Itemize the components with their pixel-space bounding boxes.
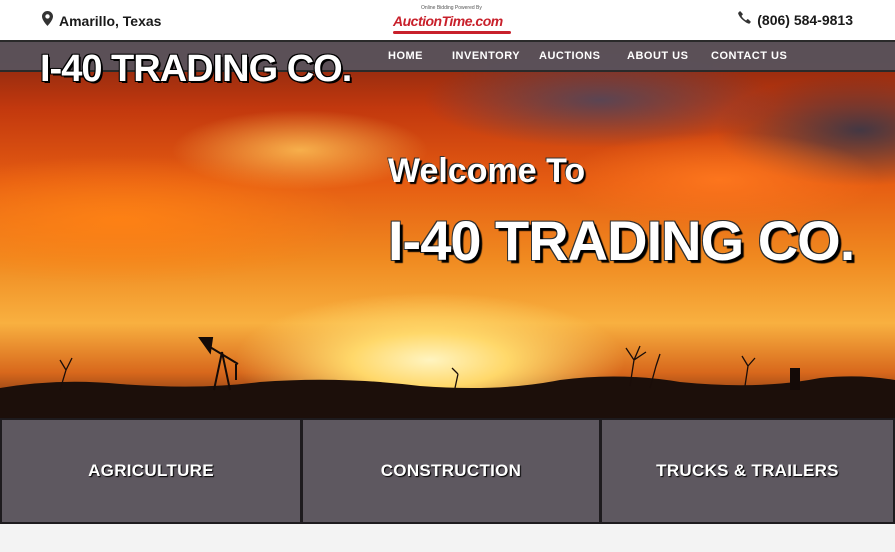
welcome-heading: Welcome To <box>388 152 586 190</box>
oil-field-silhouette <box>0 337 895 418</box>
phone-contact[interactable]: (806) 584-9813 <box>738 11 853 29</box>
hero-banner: HOME INVENTORY AUCTIONS ABOUT US CONTACT… <box>0 40 895 418</box>
category-label: TRUCKS & TRAILERS <box>656 461 839 480</box>
category-tiles: AGRICULTURE CONSTRUCTION TRUCKS & TRAILE… <box>0 418 895 524</box>
nav-auctions[interactable]: AUCTIONS <box>539 50 600 62</box>
location: Amarillo, Texas <box>42 11 161 31</box>
nav-home[interactable]: HOME <box>388 50 423 62</box>
nav-contact-us[interactable]: CONTACT US <box>711 50 787 62</box>
phone-icon <box>738 11 751 29</box>
site-logo[interactable]: I-40 TRADING CO. <box>40 48 352 91</box>
partner-name: AuctionTime.com <box>393 13 503 29</box>
partner-tagline: Online Bidding Powered By <box>421 5 482 11</box>
hero-title: I-40 TRADING CO. <box>388 209 855 272</box>
footer-strip <box>0 524 895 552</box>
category-agriculture[interactable]: AGRICULTURE <box>2 420 300 522</box>
location-text: Amarillo, Texas <box>59 13 162 29</box>
top-info-bar: Amarillo, Texas Online Bidding Powered B… <box>0 0 895 40</box>
map-pin-icon <box>42 11 53 31</box>
nav-about-us[interactable]: ABOUT US <box>627 50 688 62</box>
partner-underline <box>393 31 511 34</box>
auctiontime-logo[interactable]: Online Bidding Powered By AuctionTime.co… <box>391 5 513 35</box>
category-label: CONSTRUCTION <box>380 461 522 480</box>
phone-number: (806) 584-9813 <box>757 12 853 28</box>
category-trucks-trailers[interactable]: TRUCKS & TRAILERS <box>602 420 893 522</box>
category-construction[interactable]: CONSTRUCTION <box>303 420 599 522</box>
category-label: AGRICULTURE <box>88 461 214 480</box>
nav-inventory[interactable]: INVENTORY <box>452 50 520 62</box>
